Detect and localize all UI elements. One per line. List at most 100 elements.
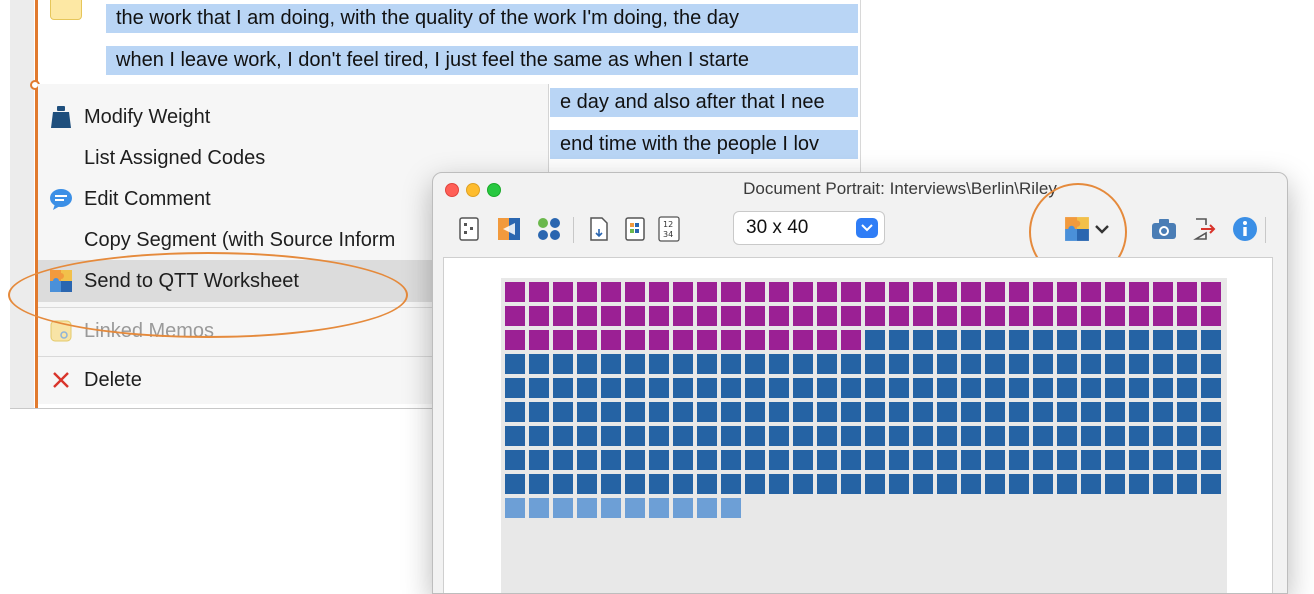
portrait-cell[interactable]: [1201, 330, 1221, 350]
portrait-cell[interactable]: [625, 426, 645, 446]
portrait-cell[interactable]: [649, 378, 669, 398]
portrait-cell[interactable]: [673, 474, 693, 494]
portrait-cell[interactable]: [505, 450, 525, 470]
portrait-cell[interactable]: [1033, 450, 1053, 470]
portrait-cell[interactable]: [721, 378, 741, 398]
portrait-cell[interactable]: [601, 498, 621, 518]
portrait-cell[interactable]: [625, 330, 645, 350]
portrait-cell[interactable]: [625, 354, 645, 374]
portrait-cell[interactable]: [865, 282, 885, 302]
portrait-cell[interactable]: [889, 282, 909, 302]
portrait-cell[interactable]: [769, 354, 789, 374]
portrait-cell[interactable]: [505, 426, 525, 446]
portrait-cell[interactable]: [529, 354, 549, 374]
portrait-cell[interactable]: [961, 282, 981, 302]
portrait-cell[interactable]: [1057, 330, 1077, 350]
portrait-cell[interactable]: [961, 306, 981, 326]
portrait-cell[interactable]: [769, 330, 789, 350]
portrait-cell[interactable]: [649, 450, 669, 470]
document-text-line[interactable]: e day and also after that I nee: [550, 88, 858, 117]
portrait-cell[interactable]: [1009, 426, 1029, 446]
portrait-cell[interactable]: [1105, 282, 1125, 302]
portrait-cell[interactable]: [745, 474, 765, 494]
portrait-cell[interactable]: [673, 402, 693, 422]
portrait-cell[interactable]: [817, 378, 837, 398]
portrait-cell[interactable]: [1081, 330, 1101, 350]
portrait-cell[interactable]: [985, 426, 1005, 446]
portrait-cell[interactable]: [985, 450, 1005, 470]
portrait-cell[interactable]: [961, 474, 981, 494]
portrait-cell[interactable]: [1129, 402, 1149, 422]
portrait-cell[interactable]: [937, 474, 957, 494]
portrait-cell[interactable]: [913, 450, 933, 470]
portrait-cell[interactable]: [1057, 378, 1077, 398]
portrait-cell[interactable]: [1129, 474, 1149, 494]
export-exit-icon[interactable]: [1190, 215, 1218, 243]
portrait-cell[interactable]: [913, 378, 933, 398]
portrait-cell[interactable]: [793, 426, 813, 446]
portrait-cell[interactable]: [553, 474, 573, 494]
portrait-cell[interactable]: [529, 498, 549, 518]
portrait-cell[interactable]: [673, 354, 693, 374]
portrait-cell[interactable]: [1009, 354, 1029, 374]
portrait-cell[interactable]: [1009, 474, 1029, 494]
portrait-cell[interactable]: [721, 306, 741, 326]
portrait-cell[interactable]: [625, 306, 645, 326]
portrait-cell[interactable]: [721, 474, 741, 494]
memo-icon[interactable]: [50, 0, 82, 20]
portrait-cell[interactable]: [817, 282, 837, 302]
portrait-cell[interactable]: [601, 402, 621, 422]
portrait-cell[interactable]: [1201, 378, 1221, 398]
portrait-cell[interactable]: [577, 330, 597, 350]
portrait-cell[interactable]: [817, 330, 837, 350]
portrait-cell[interactable]: [1081, 450, 1101, 470]
portrait-cell[interactable]: [1033, 426, 1053, 446]
portrait-cell[interactable]: [1033, 378, 1053, 398]
sort-colors-icon[interactable]: [621, 215, 649, 243]
portrait-cell[interactable]: [1009, 450, 1029, 470]
portrait-cell[interactable]: [529, 402, 549, 422]
portrait-cell[interactable]: [745, 378, 765, 398]
portrait-cell[interactable]: [1177, 378, 1197, 398]
portrait-cell[interactable]: [865, 426, 885, 446]
portrait-cell[interactable]: [673, 498, 693, 518]
portrait-cell[interactable]: [745, 282, 765, 302]
portrait-cell[interactable]: [649, 354, 669, 374]
portrait-cell[interactable]: [937, 354, 957, 374]
portrait-cell[interactable]: [913, 402, 933, 422]
portrait-cell[interactable]: [529, 378, 549, 398]
portrait-cell[interactable]: [1177, 306, 1197, 326]
portrait-cell[interactable]: [721, 450, 741, 470]
portrait-cell[interactable]: [769, 474, 789, 494]
portrait-cell[interactable]: [505, 306, 525, 326]
portrait-cell[interactable]: [889, 474, 909, 494]
portrait-cell[interactable]: [841, 474, 861, 494]
portrait-cell[interactable]: [841, 282, 861, 302]
portrait-cell[interactable]: [1105, 306, 1125, 326]
portrait-cell[interactable]: [697, 330, 717, 350]
portrait-cell[interactable]: [1153, 330, 1173, 350]
portrait-cell[interactable]: [817, 354, 837, 374]
portrait-cell[interactable]: [697, 426, 717, 446]
portrait-cell[interactable]: [1081, 354, 1101, 374]
portrait-cell[interactable]: [793, 450, 813, 470]
portrait-cell[interactable]: [961, 426, 981, 446]
portrait-cell[interactable]: [673, 282, 693, 302]
portrait-cell[interactable]: [649, 498, 669, 518]
portrait-cell[interactable]: [889, 306, 909, 326]
portrait-cell[interactable]: [937, 450, 957, 470]
portrait-cell[interactable]: [865, 378, 885, 398]
portrait-cell[interactable]: [1105, 450, 1125, 470]
portrait-cell[interactable]: [721, 354, 741, 374]
portrait-cell[interactable]: [1033, 282, 1053, 302]
qtt-worksheet-dropdown-button[interactable]: [1061, 215, 1113, 243]
info-icon[interactable]: [1231, 215, 1259, 243]
portrait-cell[interactable]: [769, 450, 789, 470]
portrait-cell[interactable]: [1177, 474, 1197, 494]
portrait-cell[interactable]: [1081, 426, 1101, 446]
portrait-cell[interactable]: [1177, 354, 1197, 374]
portrait-cell[interactable]: [793, 402, 813, 422]
portrait-cell[interactable]: [793, 306, 813, 326]
portrait-cell[interactable]: [889, 450, 909, 470]
portrait-cell[interactable]: [1153, 354, 1173, 374]
